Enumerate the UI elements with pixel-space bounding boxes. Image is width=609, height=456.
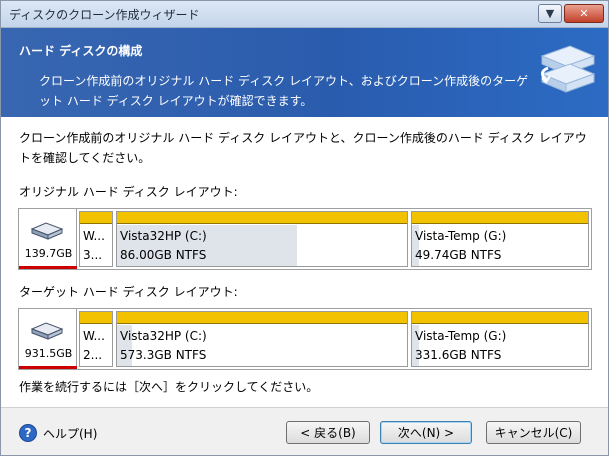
partition-detail: 2...	[83, 348, 103, 362]
original-layout-label: オリジナル ハード ディスク レイアウト:	[19, 185, 238, 199]
wizard-window: ディスクのクローン作成ウィザード ▼ ✕ ハード ディスクの構成 クローン作成前…	[0, 0, 609, 456]
page-description: クローン作成前のオリジナル ハード ディスク レイアウト、およびクローン作成後の…	[39, 74, 529, 108]
original-disk-size: 139.7GB	[24, 247, 73, 260]
page-title: ハード ディスクの構成	[19, 44, 143, 58]
dropdown-icon[interactable]: ▼	[538, 4, 562, 23]
wizard-header: ハード ディスクの構成 クローン作成前のオリジナル ハード ディスク レイアウト…	[1, 28, 608, 117]
help-link[interactable]: ? ヘルプ(H)	[19, 424, 97, 442]
title-bar: ディスクのクローン作成ウィザード ▼ ✕	[1, 1, 608, 28]
original-disk-info: 139.7GB	[19, 209, 77, 269]
partition-detail: 49.74GB NTFS	[415, 248, 502, 262]
partition-name: Vista32HP (C:)	[120, 329, 207, 343]
instruction-text: 作業を続行するには［次へ］をクリックしてください。	[19, 380, 319, 394]
next-button[interactable]: 次へ(N) >	[380, 421, 472, 444]
disk-selection-bar	[19, 266, 77, 269]
original-partition-2[interactable]: Vista32HP (C:) 86.00GB NTFS	[116, 211, 408, 267]
target-disk-info: 931.5GB	[19, 309, 77, 369]
help-icon: ?	[19, 424, 37, 442]
partition-name: W...	[83, 329, 105, 343]
cancel-button[interactable]: キャンセル(C)	[486, 421, 581, 444]
partition-name: Vista-Temp (G:)	[415, 229, 507, 243]
target-layout-label: ターゲット ハード ディスク レイアウト:	[19, 285, 238, 299]
close-button[interactable]: ✕	[564, 4, 604, 23]
target-partition-3[interactable]: Vista-Temp (G:) 331.6GB NTFS	[411, 311, 589, 367]
wizard-content: クローン作成前のオリジナル ハード ディスク レイアウトと、クローン作成後のハー…	[1, 117, 608, 407]
hard-disk-icon	[30, 222, 64, 240]
partition-detail: 573.3GB NTFS	[120, 348, 207, 362]
disk-selection-bar	[19, 366, 77, 369]
partition-name: Vista32HP (C:)	[120, 229, 207, 243]
partition-detail: 86.00GB NTFS	[120, 248, 207, 262]
window-title: ディスクのクローン作成ウィザード	[9, 8, 200, 22]
target-disk-row: 931.5GB W... 2... Vista32HP (C:) 573.3GB…	[18, 308, 592, 370]
target-disk-size: 931.5GB	[24, 347, 73, 360]
original-disk-row: 139.7GB W... 3... Vista32HP (C:) 86.00GB…	[18, 208, 592, 270]
help-label: ヘルプ(H)	[43, 426, 98, 441]
target-partition-1[interactable]: W... 2...	[79, 311, 113, 367]
original-partition-3[interactable]: Vista-Temp (G:) 49.74GB NTFS	[411, 211, 589, 267]
partition-name: W...	[83, 229, 105, 243]
button-bar: ? ヘルプ(H) < 戻る(B) 次へ(N) > キャンセル(C)	[1, 408, 608, 455]
back-button[interactable]: < 戻る(B)	[286, 421, 370, 444]
disk-clone-icon	[540, 45, 596, 93]
intro-text: クローン作成前のオリジナル ハード ディスク レイアウトと、クローン作成後のハー…	[19, 131, 587, 165]
partition-name: Vista-Temp (G:)	[415, 329, 507, 343]
partition-detail: 331.6GB NTFS	[415, 348, 502, 362]
hard-disk-icon	[30, 322, 64, 340]
original-partition-1[interactable]: W... 3...	[79, 211, 113, 267]
target-partition-2[interactable]: Vista32HP (C:) 573.3GB NTFS	[116, 311, 408, 367]
partition-detail: 3...	[83, 248, 103, 262]
